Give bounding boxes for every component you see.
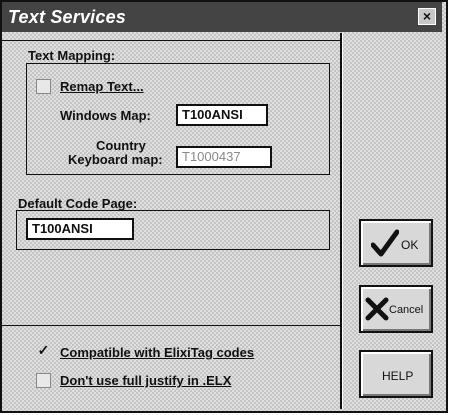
help-button[interactable]: HELP <box>359 350 433 398</box>
ok-button[interactable]: OK <box>359 219 433 267</box>
x-icon <box>365 297 389 321</box>
full-justify-checkbox[interactable] <box>36 373 51 388</box>
code-page-field[interactable]: T100ANSI <box>26 218 134 240</box>
close-icon: × <box>422 8 432 24</box>
text-mapping-label: Text Mapping: <box>28 48 116 63</box>
windows-map-label: Windows Map: <box>60 108 151 123</box>
panel-divider-highlight <box>342 33 343 409</box>
window-title: Text Services <box>8 7 127 27</box>
windows-map-field[interactable]: T100ANSI <box>176 104 268 126</box>
compat-label: Compatible with ElixiTag codes <box>60 345 255 360</box>
checkmark-icon: ✓ <box>37 342 50 358</box>
remap-text-label: Remap Text... <box>60 79 144 94</box>
remap-text-checkbox[interactable] <box>36 79 51 94</box>
bottom-rule <box>2 325 340 326</box>
close-button[interactable]: × <box>418 8 436 25</box>
ok-label: OK <box>401 238 419 252</box>
check-icon <box>371 229 399 257</box>
top-rule <box>2 40 340 41</box>
compat-checkbox[interactable]: ✓ <box>36 342 51 359</box>
keyboard-map-field[interactable]: T1000437 <box>176 146 272 168</box>
cancel-button[interactable]: Cancel <box>359 285 433 333</box>
code-page-label: Default Code Page: <box>18 196 138 211</box>
full-justify-label: Don't use full justify in .ELX <box>60 373 232 388</box>
cancel-label: Cancel <box>389 304 424 316</box>
country-label: Country <box>96 138 146 153</box>
keyboard-map-label: Keyboard map: <box>68 152 163 167</box>
help-label: HELP <box>382 369 414 383</box>
title-bar[interactable]: Text Services × <box>2 2 442 32</box>
